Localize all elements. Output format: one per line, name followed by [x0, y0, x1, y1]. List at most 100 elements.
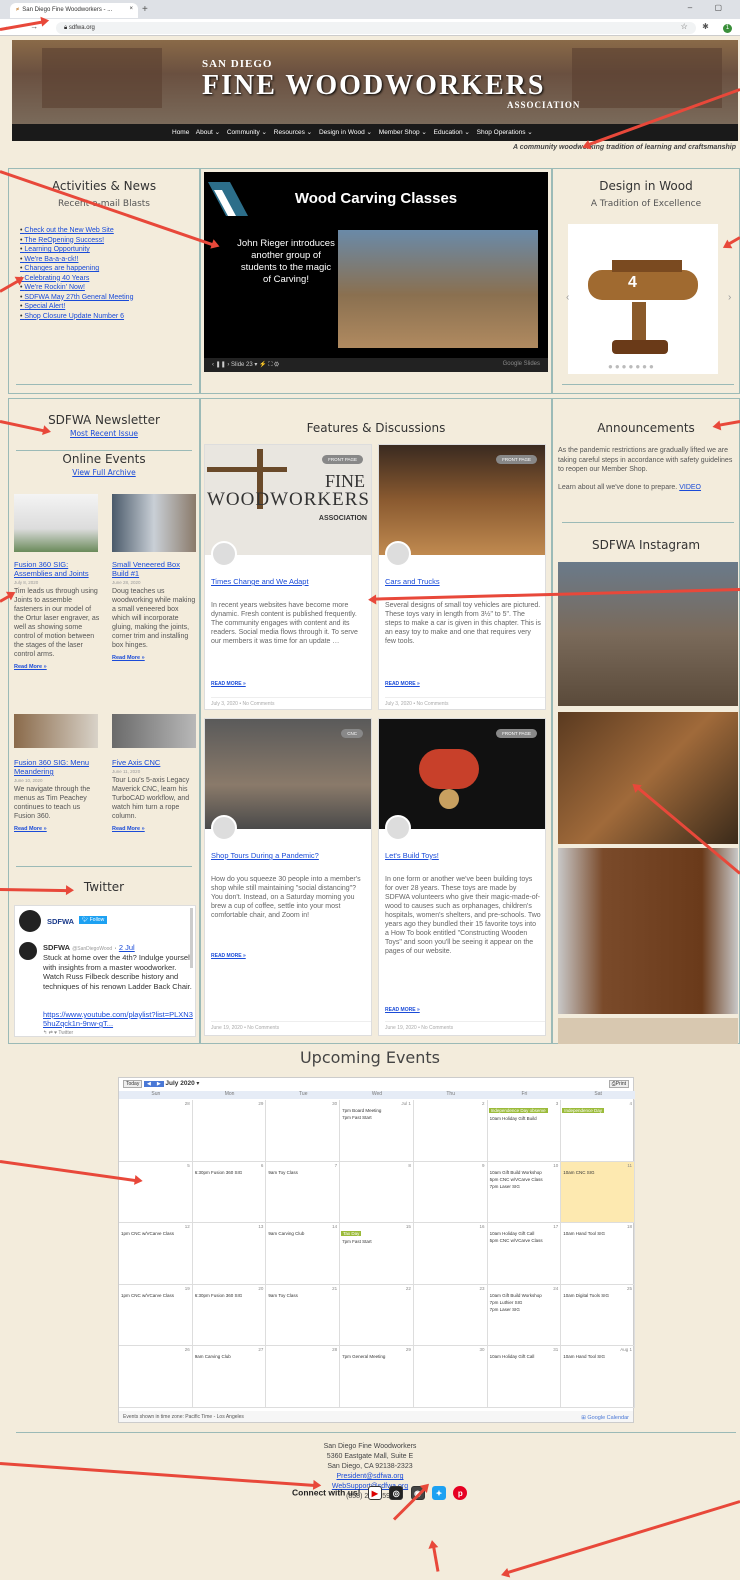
calendar-event[interactable]: 10am Holiday Gift Call — [490, 1354, 535, 1359]
calendar-day-cell[interactable]: 15 Tax Day 7pm Fast Start — [340, 1223, 414, 1285]
calendar-day-cell[interactable]: 2 — [413, 1100, 488, 1162]
calendar-day-cell[interactable]: 27 9am Carving Club — [192, 1346, 267, 1408]
calendar-day-cell[interactable]: 20 6:30pm Fusion 360 SIG — [192, 1284, 267, 1346]
calendar-day-cell[interactable]: 29 — [192, 1100, 267, 1162]
blast-link[interactable]: The ReOpening Success! — [20, 236, 133, 246]
calendar-event[interactable]: 5pm CNC w/VCarve Class — [490, 1177, 543, 1182]
blast-link[interactable]: Celebrating 40 Years — [20, 274, 133, 284]
nav-member-shop[interactable]: Member Shop ⌄ — [379, 129, 427, 136]
google-slides-embed[interactable]: Wood Carving Classes John Rieger introdu… — [204, 172, 548, 372]
calendar-day-cell[interactable]: 25 10am Digital Tools SIG — [561, 1284, 635, 1346]
read-more-link[interactable]: Read More » — [112, 825, 198, 834]
calendar-event[interactable]: 7pm General Meeting — [342, 1354, 385, 1359]
nav-design-in-wood[interactable]: Design in Wood ⌄ — [319, 129, 372, 136]
event-thumbnail[interactable] — [14, 714, 98, 748]
event-thumbnail[interactable] — [112, 494, 196, 552]
blast-link[interactable]: Special Alert! — [20, 302, 133, 312]
calendar-day-cell[interactable]: 8 — [340, 1161, 414, 1223]
calendar-day-cell[interactable]: 14 9am Carving Club — [266, 1223, 341, 1285]
event-title[interactable]: Small Veneered Box Build #1 — [112, 560, 198, 578]
window-controls[interactable]: – ▢ — [688, 3, 732, 12]
post-title[interactable]: Shop Tours During a Pandemic? — [211, 851, 319, 860]
nav-about[interactable]: About ⌄ — [196, 129, 220, 136]
post-card[interactable]: FRONT PAGE Cars and Trucks Several desig… — [378, 444, 546, 710]
calendar-day-cell[interactable]: 11 10am CNC SIG — [561, 1161, 635, 1223]
calendar-allday-event[interactable]: Independence Day — [562, 1108, 605, 1113]
post-tag[interactable]: FRONT PAGE — [496, 729, 537, 738]
calendar-event[interactable]: 10am Holiday Gift Build — [490, 1116, 537, 1121]
google-calendar-embed[interactable]: Today ◀ ▶ July 2020 ▾ ⎙Print Sun Mon Tue Wed… — [118, 1077, 635, 1423]
calendar-event[interactable]: 9am Carving Club — [268, 1231, 304, 1236]
instagram-photo[interactable] — [558, 712, 738, 844]
post-card[interactable]: FRONT PAGE Let's Build Toys! In one form… — [378, 718, 546, 1036]
read-more-link[interactable]: Read More » — [14, 825, 100, 834]
carousel-prev-icon[interactable]: ‹ — [566, 292, 569, 303]
instagram-photo[interactable] — [558, 1018, 738, 1044]
calendar-day-cell[interactable]: 28 — [266, 1346, 341, 1408]
calendar-day-cell[interactable]: 13 — [192, 1223, 267, 1285]
instagram-icon[interactable]: ◎ — [389, 1486, 404, 1500]
calendar-event[interactable]: 10am Gift Build Workshop — [490, 1170, 542, 1175]
calendar-day-cell[interactable]: 6 6:30pm Fusion 360 SIG — [192, 1161, 267, 1223]
extensions-icons[interactable]: ☆ ✱ 1 — [681, 22, 732, 33]
event-title[interactable]: Fusion 360 SIG: Menu Meandering — [14, 758, 100, 776]
read-more-link[interactable]: Read More » — [14, 663, 100, 672]
twitter-widget[interactable]: SDFWA 🐦︎ Follow SDFWA @SanDiegoWood · 2 … — [14, 905, 196, 1037]
read-more-link[interactable]: READ MORE » — [211, 681, 246, 687]
calendar-day-cell[interactable]: 9 — [413, 1161, 488, 1223]
calendar-event[interactable]: 7pm Fast Start — [342, 1115, 372, 1120]
post-tag[interactable]: FRONT PAGE — [322, 455, 363, 464]
tweet-actions[interactable]: ↰ ⇄ ♥ Twitter — [43, 1030, 73, 1036]
blast-link[interactable]: SDFWA May 27th General Meeting — [20, 293, 133, 303]
slide-controls[interactable]: ‹ ❚❚ › Slide 23 ▾ ⚡ ⛶ ⚙ Google Slides — [204, 358, 548, 372]
calendar-day-cell[interactable]: 22 — [340, 1284, 414, 1346]
calendar-event[interactable]: 1pm CNC w/VCarve Class — [121, 1231, 174, 1236]
nav-home[interactable]: Home — [172, 129, 189, 136]
calendar-event[interactable]: 7pm Laser SIG — [490, 1307, 520, 1312]
carousel-dots[interactable]: ●●●●●●● — [608, 362, 656, 371]
president-email-link[interactable]: President@sdfwa.org — [336, 1473, 403, 1480]
post-title[interactable]: Times Change and We Adapt — [211, 577, 309, 586]
next-month-icon[interactable]: ▶ — [153, 1081, 164, 1087]
blast-link[interactable]: We're Rockin' Now! — [20, 283, 133, 293]
calendar-day-cell[interactable]: Aug 1 10am Hand Tool SIG — [561, 1346, 635, 1408]
browser-tab[interactable]: ≠ San Diego Fine Woodworkers - ... × — [10, 3, 138, 18]
tweet-link[interactable]: https://www.youtube.com/playlist?list=PL… — [43, 1010, 193, 1028]
calendar-event[interactable]: 10am Hand Tool SIG — [563, 1231, 605, 1236]
calendar-event[interactable]: 10am Hand Tool SIG — [563, 1354, 605, 1359]
calendar-day-cell[interactable]: 21 9am Toy Class — [266, 1284, 341, 1346]
prev-month-icon[interactable]: ◀ — [144, 1081, 154, 1087]
read-more-link[interactable]: READ MORE » — [385, 1007, 420, 1013]
profile-avatar[interactable]: 1 — [723, 24, 732, 33]
post-title[interactable]: Cars and Trucks — [385, 577, 440, 586]
today-button[interactable]: Today — [123, 1080, 143, 1088]
nav-resources[interactable]: Resources ⌄ — [274, 129, 312, 136]
calendar-day-cell[interactable]: 26 — [119, 1346, 193, 1408]
site-banner[interactable]: SAN DIEGO FINE WOODWORKERS ASSOCIATION — [12, 40, 738, 124]
google-calendar-link[interactable]: ⊞ Google Calendar — [581, 1415, 629, 1421]
read-more-link[interactable]: READ MORE » — [385, 681, 420, 687]
calendar-day-cell[interactable]: 18 10am Hand Tool SIG — [561, 1223, 635, 1285]
calendar-day-cell[interactable]: 3 Independence Day observe 10am Holiday Gi… — [487, 1100, 562, 1162]
calendar-day-cell[interactable]: 24 10am Gift Build Workshop 7pm Luthier SI… — [487, 1284, 562, 1346]
tab-close-icon[interactable]: × — [129, 6, 133, 12]
calendar-event[interactable]: 10am Holiday Gift Call — [490, 1231, 535, 1236]
calendar-event[interactable]: 6:30pm Fusion 360 SIG — [195, 1170, 243, 1175]
post-tag[interactable]: CNC — [341, 729, 363, 738]
blast-link[interactable]: We're Ba-a-a-ck!! — [20, 255, 133, 265]
calendar-event[interactable]: 10am CNC SIG — [563, 1170, 594, 1175]
url-input[interactable]: 🔒︎ sdfwa.org — [56, 22, 696, 34]
archive-link[interactable]: View Full Archive — [72, 468, 135, 477]
blast-link[interactable]: Changes are happening — [20, 264, 133, 274]
twitter-scrollbar[interactable] — [190, 908, 193, 968]
calendar-event[interactable]: 7pm Board Meeting — [342, 1108, 381, 1113]
post-card[interactable]: FINE WOODWORKERS ASSOCIATION FRONT PAGE … — [204, 444, 372, 710]
read-more-link[interactable]: Read More » — [112, 654, 198, 663]
video-link[interactable]: VIDEO — [679, 484, 701, 491]
blast-link[interactable]: Learning Opportunity — [20, 245, 133, 255]
calendar-event[interactable]: 9am Carving Club — [195, 1354, 231, 1359]
calendar-event[interactable]: 7pm Fast Start — [342, 1239, 372, 1244]
twitter-follow-button[interactable]: 🐦︎ Follow — [79, 916, 108, 924]
calendar-day-cell[interactable]: 17 10am Holiday Gift Call 5pm CNC w/VCarve… — [487, 1223, 562, 1285]
post-card[interactable]: CNC Shop Tours During a Pandemic? How do… — [204, 718, 372, 1036]
